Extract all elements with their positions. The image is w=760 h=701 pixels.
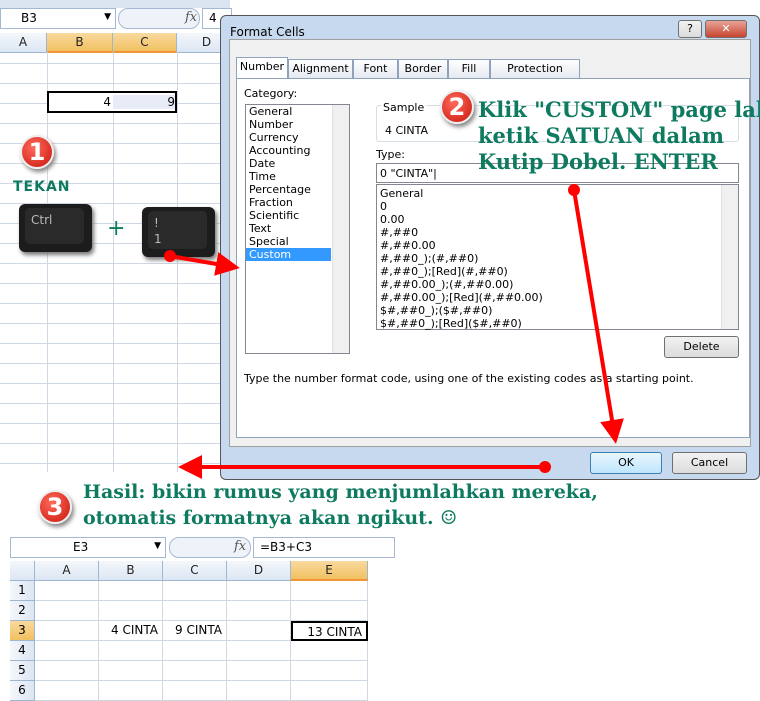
cell-b1[interactable]: [99, 581, 163, 601]
cell-b4[interactable]: [99, 641, 163, 661]
cell-c4[interactable]: [163, 641, 227, 661]
cell-a5[interactable]: [35, 661, 99, 681]
cell-c1[interactable]: [163, 581, 227, 601]
dropdown-icon[interactable]: ▼: [154, 541, 161, 551]
step-3-badge: 3: [38, 490, 72, 524]
cell-a4[interactable]: [35, 641, 99, 661]
name-box-bottom[interactable]: E3 ▼: [10, 537, 166, 558]
cell-e4[interactable]: [291, 641, 368, 661]
cell-d3[interactable]: [227, 621, 291, 641]
formula-bar-controls: fx: [169, 537, 251, 558]
cell-b3[interactable]: 4 CINTA: [99, 621, 163, 641]
cell-c2[interactable]: [163, 601, 227, 621]
cell-b6[interactable]: [99, 681, 163, 701]
cell-b2[interactable]: [99, 601, 163, 621]
cell-e5[interactable]: [291, 661, 368, 681]
name-box-value: E3: [73, 540, 89, 554]
cell-c6[interactable]: [163, 681, 227, 701]
cell-a6[interactable]: [35, 681, 99, 701]
formula-input[interactable]: =B3+C3: [253, 537, 395, 558]
column-header-d[interactable]: D: [227, 561, 291, 581]
formula-text: =B3+C3: [260, 540, 312, 554]
cell-c5[interactable]: [163, 661, 227, 681]
cell-c3[interactable]: 9 CINTA: [163, 621, 227, 641]
fx-icon[interactable]: fx: [234, 539, 246, 554]
column-header-e[interactable]: E: [291, 561, 368, 581]
arrow-to-custom: [164, 250, 240, 276]
column-header-c[interactable]: C: [163, 561, 227, 581]
row-header-2[interactable]: 2: [10, 601, 35, 621]
column-header-b[interactable]: B: [99, 561, 163, 581]
cell-d4[interactable]: [227, 641, 291, 661]
cell-d5[interactable]: [227, 661, 291, 681]
cell-e3[interactable]: 13 CINTA: [291, 621, 368, 641]
row-header-3[interactable]: 3: [10, 621, 35, 641]
row-header-4[interactable]: 4: [10, 641, 35, 661]
cell-d2[interactable]: [227, 601, 291, 621]
note-line: otomatis formatnya akan ngikut. ☺: [83, 507, 458, 529]
step-3-instructions: Hasil: bikin rumus yang menjumlahkan mer…: [83, 479, 598, 531]
select-all-corner[interactable]: [10, 561, 35, 581]
cell-e2[interactable]: [291, 601, 368, 621]
cell-e6[interactable]: [291, 681, 368, 701]
cell-a1[interactable]: [35, 581, 99, 601]
row-header-6[interactable]: 6: [10, 681, 35, 701]
column-header-a[interactable]: A: [35, 561, 99, 581]
arrow-to-ok: [568, 184, 624, 444]
cell-d1[interactable]: [227, 581, 291, 601]
cell-b5[interactable]: [99, 661, 163, 681]
row-header-5[interactable]: 5: [10, 661, 35, 681]
cell-d6[interactable]: [227, 681, 291, 701]
row-header-1[interactable]: 1: [10, 581, 35, 601]
note-line: Hasil: bikin rumus yang menjumlahkan mer…: [83, 481, 598, 503]
arrow-to-result: [178, 455, 551, 479]
cell-a3[interactable]: [35, 621, 99, 641]
cell-e1[interactable]: [291, 581, 368, 601]
cell-a2[interactable]: [35, 601, 99, 621]
